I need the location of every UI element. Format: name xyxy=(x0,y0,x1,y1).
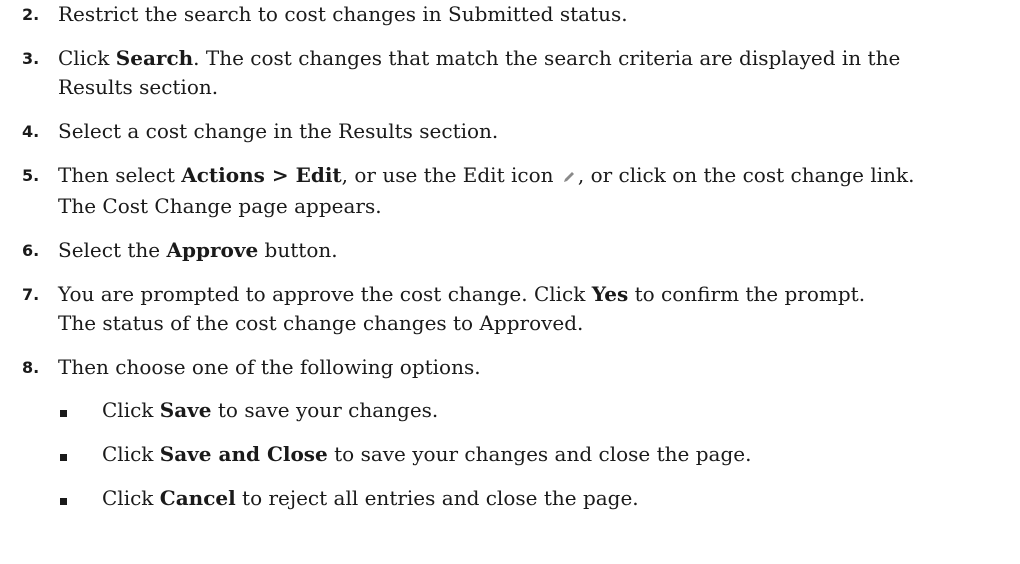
step-text: The Cost Change page appears. xyxy=(58,194,382,218)
step-5: 5. Then select Actions > Edit, or use th… xyxy=(22,161,1012,221)
options-list: Click Save to save your changes. Click S… xyxy=(58,396,1012,513)
step-4: 4. Select a cost change in the Results s… xyxy=(22,117,1012,146)
bullet-square-icon xyxy=(60,498,67,505)
step-7: 7. You are prompted to approve the cost … xyxy=(22,280,1012,338)
search-button-reference: Search xyxy=(115,46,194,70)
pencil-icon xyxy=(562,163,576,192)
list-item: Click Save to save your changes. xyxy=(58,396,1012,425)
save-and-close-button-reference: Save and Close xyxy=(159,442,328,466)
list-item: Click Cancel to reject all entries and c… xyxy=(58,484,1012,513)
step-2: 2. Restrict the search to cost changes i… xyxy=(22,0,1012,29)
step-number: 2. xyxy=(22,5,40,24)
step-text: to confirm the prompt. xyxy=(628,282,866,306)
step-text: The status of the cost change changes to… xyxy=(58,311,584,335)
step-text: Then select xyxy=(58,163,182,187)
approve-button-reference: Approve xyxy=(166,238,259,262)
step-number: 6. xyxy=(22,241,40,260)
step-text: Click xyxy=(58,46,116,70)
procedure-steps: 2. Restrict the search to cost changes i… xyxy=(22,0,1012,528)
step-text: Results section. xyxy=(58,75,219,99)
step-number: 3. xyxy=(22,49,40,68)
cancel-button-reference: Cancel xyxy=(159,486,236,510)
step-text: Restrict the search to cost changes in S… xyxy=(58,2,628,26)
step-number: 4. xyxy=(22,122,40,141)
step-text: Select a cost change in the Results sect… xyxy=(58,119,499,143)
step-text: , or use the Edit icon xyxy=(341,163,560,187)
bullet-square-icon xyxy=(60,410,67,417)
step-text: Then choose one of the following options… xyxy=(58,355,481,379)
step-text: . The cost changes that match the search… xyxy=(193,46,901,70)
step-text: button. xyxy=(258,238,338,262)
step-3: 3. Click Search. The cost changes that m… xyxy=(22,44,1012,102)
bullet-square-icon xyxy=(60,454,67,461)
step-number: 7. xyxy=(22,285,40,304)
step-text: You are prompted to approve the cost cha… xyxy=(58,282,592,306)
step-number: 8. xyxy=(22,358,40,377)
step-8: 8. Then choose one of the following opti… xyxy=(22,353,1012,513)
step-text: , or click on the cost change link. xyxy=(577,163,915,187)
step-text: Select the xyxy=(58,238,167,262)
list-item: Click Save and Close to save your change… xyxy=(58,440,1012,469)
actions-edit-reference: Actions > Edit xyxy=(181,163,342,187)
save-button-reference: Save xyxy=(159,398,212,422)
yes-button-reference: Yes xyxy=(591,282,629,306)
step-number: 5. xyxy=(22,166,40,185)
step-6: 6. Select the Approve button. xyxy=(22,236,1012,265)
